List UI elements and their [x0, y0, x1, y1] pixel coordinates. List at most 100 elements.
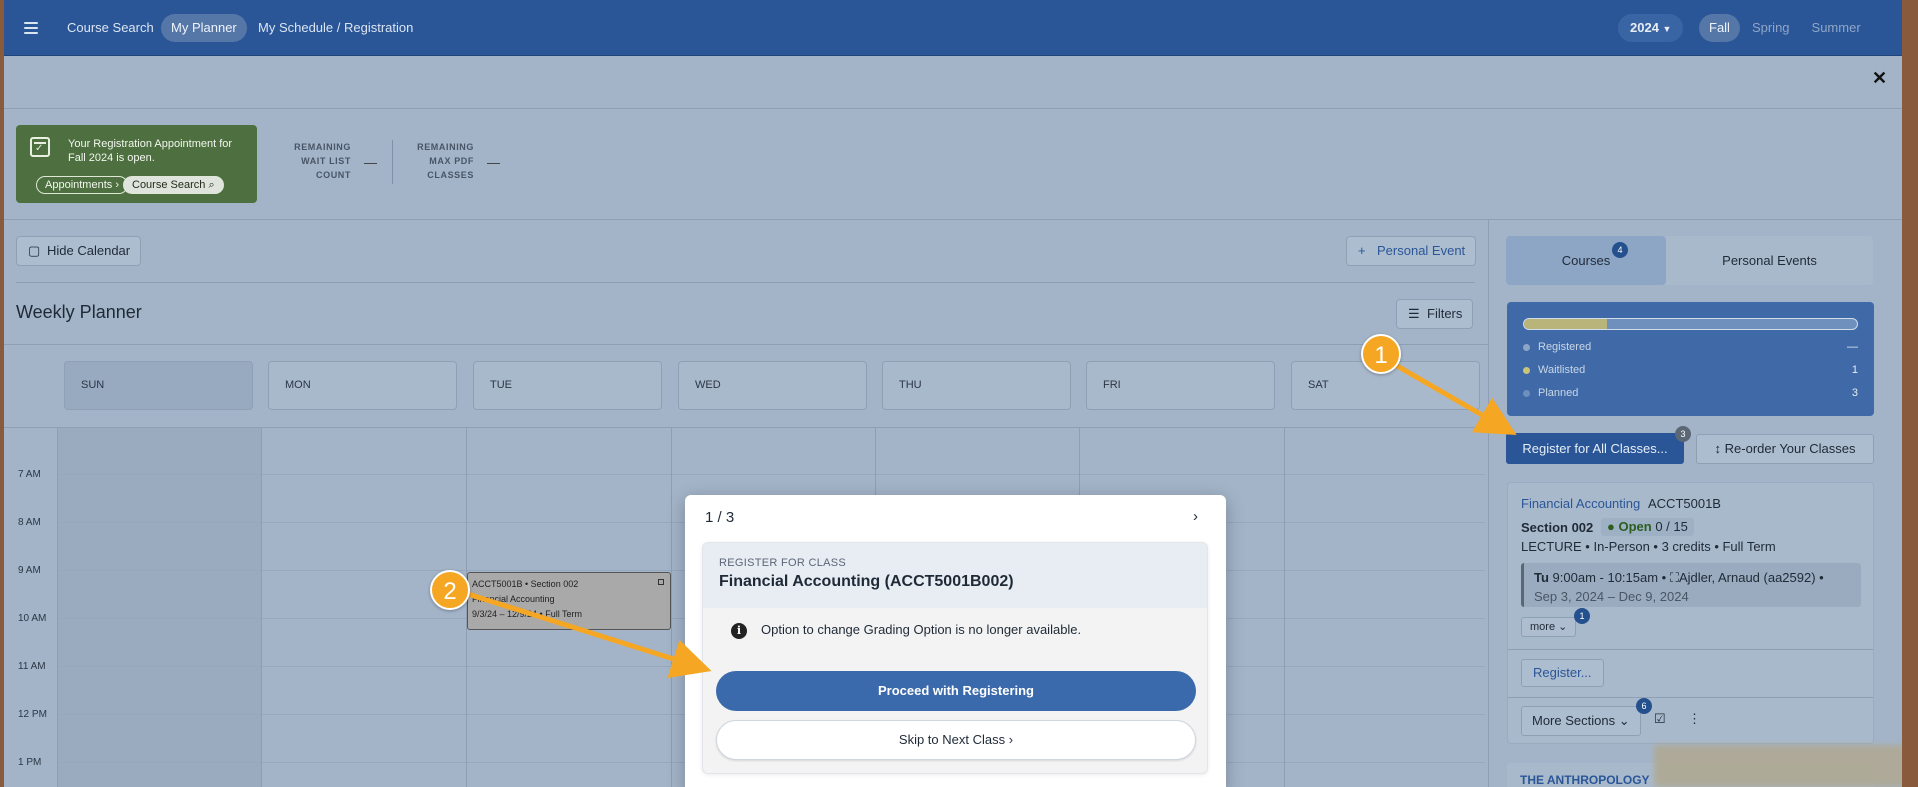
- day-header-tue: TUE: [473, 361, 662, 410]
- next-course-name[interactable]: THE ANTHROPOLOGY: [1520, 773, 1650, 787]
- close-icon[interactable]: ✕: [1872, 68, 1887, 89]
- calendar-check-icon: [30, 137, 50, 157]
- day-header-mon: MON: [268, 361, 457, 410]
- sunday-column: [57, 428, 261, 787]
- more-badge: 1: [1574, 608, 1590, 624]
- person-icon: ⛶: [1669, 570, 1679, 585]
- appointment-text: Your Registration Appointment for Fall 2…: [68, 138, 233, 164]
- stat-registered: Registered —: [1523, 341, 1858, 353]
- reorder-button[interactable]: ↕ Re-order Your Classes: [1696, 434, 1874, 464]
- register-eyebrow: REGISTER FOR CLASS: [719, 557, 847, 569]
- term-summer[interactable]: Summer: [1802, 14, 1871, 42]
- course-code: ACCT5001B: [1648, 496, 1721, 511]
- stat-waitlisted: Waitlisted 1: [1523, 364, 1858, 376]
- info-message: i Option to change Grading Option is no l…: [731, 622, 1081, 639]
- status-badge: ● Open 0 / 15: [1601, 518, 1694, 536]
- register-card: REGISTER FOR CLASS Financial Accounting …: [702, 542, 1208, 774]
- scrollbar[interactable]: [1902, 0, 1918, 787]
- divider: [1508, 649, 1873, 650]
- grid-col: [261, 428, 262, 787]
- stat-label: Registered: [1538, 341, 1592, 353]
- time-label: 9 AM: [18, 565, 41, 576]
- time-label: 10 AM: [18, 613, 47, 624]
- remaining-pdf-value: —: [487, 155, 500, 170]
- register-title: Financial Accounting (ACCT5001B002): [719, 573, 1014, 590]
- label-line: WAIT LIST: [301, 156, 351, 166]
- info-text: Option to change Grading Option is no lo…: [761, 622, 1082, 637]
- registration-appointment-card: Your Registration Appointment for Fall 2…: [16, 125, 257, 203]
- stat-label: Planned: [1538, 387, 1579, 399]
- course-card: Financial Accounting ACCT5001B Section 0…: [1507, 482, 1874, 744]
- hide-calendar-button[interactable]: ▢ Hide Calendar: [16, 236, 142, 266]
- divider: [4, 108, 1902, 109]
- stat-value: —: [1847, 341, 1858, 353]
- nav-course-search[interactable]: Course Search: [57, 14, 164, 42]
- menu-icon[interactable]: [16, 14, 46, 42]
- chevron-down-icon: ⌄: [1618, 713, 1630, 728]
- register-all-badge: 3: [1675, 426, 1691, 442]
- term-switcher: Fall Spring Summer: [1699, 14, 1871, 42]
- stat-value: 1: [1851, 364, 1858, 376]
- meeting-day: Tu: [1534, 570, 1549, 585]
- event-dates: 9/3/24 – 12/9/24 • Full Term: [472, 609, 583, 619]
- tab-personal-events[interactable]: Personal Events: [1666, 236, 1873, 285]
- status-dot-icon: ●: [1607, 519, 1615, 534]
- tab-courses-label: Courses: [1561, 253, 1611, 268]
- progress-fill: [1524, 319, 1608, 329]
- year-select[interactable]: 2024 ▼: [1618, 14, 1684, 42]
- term-spring[interactable]: Spring: [1742, 14, 1800, 42]
- course-name-link[interactable]: Financial Accounting: [1521, 496, 1640, 511]
- term-fall[interactable]: Fall: [1699, 14, 1740, 42]
- tab-courses[interactable]: Courses: [1506, 236, 1666, 285]
- section-number: Section 002: [1521, 520, 1594, 535]
- time-label: 11 AM: [18, 661, 46, 672]
- proceed-registering-button[interactable]: Proceed with Registering: [716, 671, 1196, 711]
- chevron-right-icon[interactable]: ›: [1193, 508, 1198, 525]
- stat-label: Waitlisted: [1538, 364, 1586, 376]
- personal-event-button[interactable]: + Personal Event: [1346, 236, 1477, 266]
- register-card-header: REGISTER FOR CLASS Financial Accounting …: [703, 543, 1207, 608]
- app-frame: Course Search My Planner My Schedule / R…: [4, 0, 1902, 787]
- calendar-event-acct5001b[interactable]: ACCT5001B • Section 002 Financial Accoun…: [467, 572, 671, 630]
- search-icon: ⌕: [208, 179, 215, 191]
- annotation-step-2: 2: [430, 570, 470, 610]
- nav-my-planner[interactable]: My Planner: [161, 14, 247, 42]
- label-line: CLASSES: [427, 170, 474, 180]
- appointments-label: Appointments: [45, 179, 113, 191]
- nav-my-schedule[interactable]: My Schedule / Registration: [248, 14, 423, 42]
- register-all-button[interactable]: Register for All Classes...: [1506, 433, 1684, 464]
- chevron-right-icon: ›: [115, 179, 119, 191]
- blurred-region: [1654, 745, 1902, 787]
- skip-next-class-button[interactable]: Skip to Next Class ›: [716, 720, 1196, 760]
- event-title: ACCT5001B • Section 002: [472, 579, 579, 589]
- event-menu-icon[interactable]: [658, 579, 664, 585]
- courses-count-badge: 4: [1612, 242, 1628, 258]
- year-value: 2024: [1630, 20, 1659, 35]
- course-search-label: Course Search: [132, 179, 206, 191]
- course-search-button[interactable]: Course Search ⌕: [123, 176, 224, 194]
- stat-planned: Planned 3: [1523, 387, 1858, 399]
- calendar-check-icon[interactable]: ☑: [1654, 711, 1666, 727]
- register-button[interactable]: Register...: [1521, 659, 1604, 687]
- more-vertical-icon[interactable]: ⋮: [1688, 711, 1701, 727]
- chevron-down-icon: ⌄: [1558, 621, 1568, 633]
- more-button[interactable]: more ⌄: [1521, 617, 1577, 637]
- info-icon: i: [731, 622, 747, 639]
- annotation-step-1: 1: [1361, 334, 1401, 374]
- label-line: MAX PDF: [429, 156, 474, 166]
- more-sections-label: More Sections: [1532, 713, 1616, 728]
- appointments-button[interactable]: Appointments ›: [36, 176, 128, 194]
- time-label: 1 PM: [18, 757, 42, 768]
- more-sections-button[interactable]: More Sections ⌄: [1521, 706, 1641, 736]
- dot-icon: [1523, 343, 1530, 351]
- filters-button[interactable]: ☰ Filters: [1396, 299, 1474, 329]
- panel-divider: [1488, 220, 1489, 787]
- day-header-fri: FRI: [1086, 361, 1275, 410]
- time-label: 12 PM: [18, 709, 47, 720]
- register-modal: 1 / 3 › REGISTER FOR CLASS Financial Acc…: [685, 495, 1226, 787]
- label-line: COUNT: [316, 170, 351, 180]
- top-nav: Course Search My Planner My Schedule / R…: [4, 0, 1902, 56]
- personal-event-label: Personal Event: [1377, 243, 1466, 258]
- time-label: 7 AM: [18, 469, 41, 480]
- chevron-down-icon: ▼: [1662, 24, 1672, 34]
